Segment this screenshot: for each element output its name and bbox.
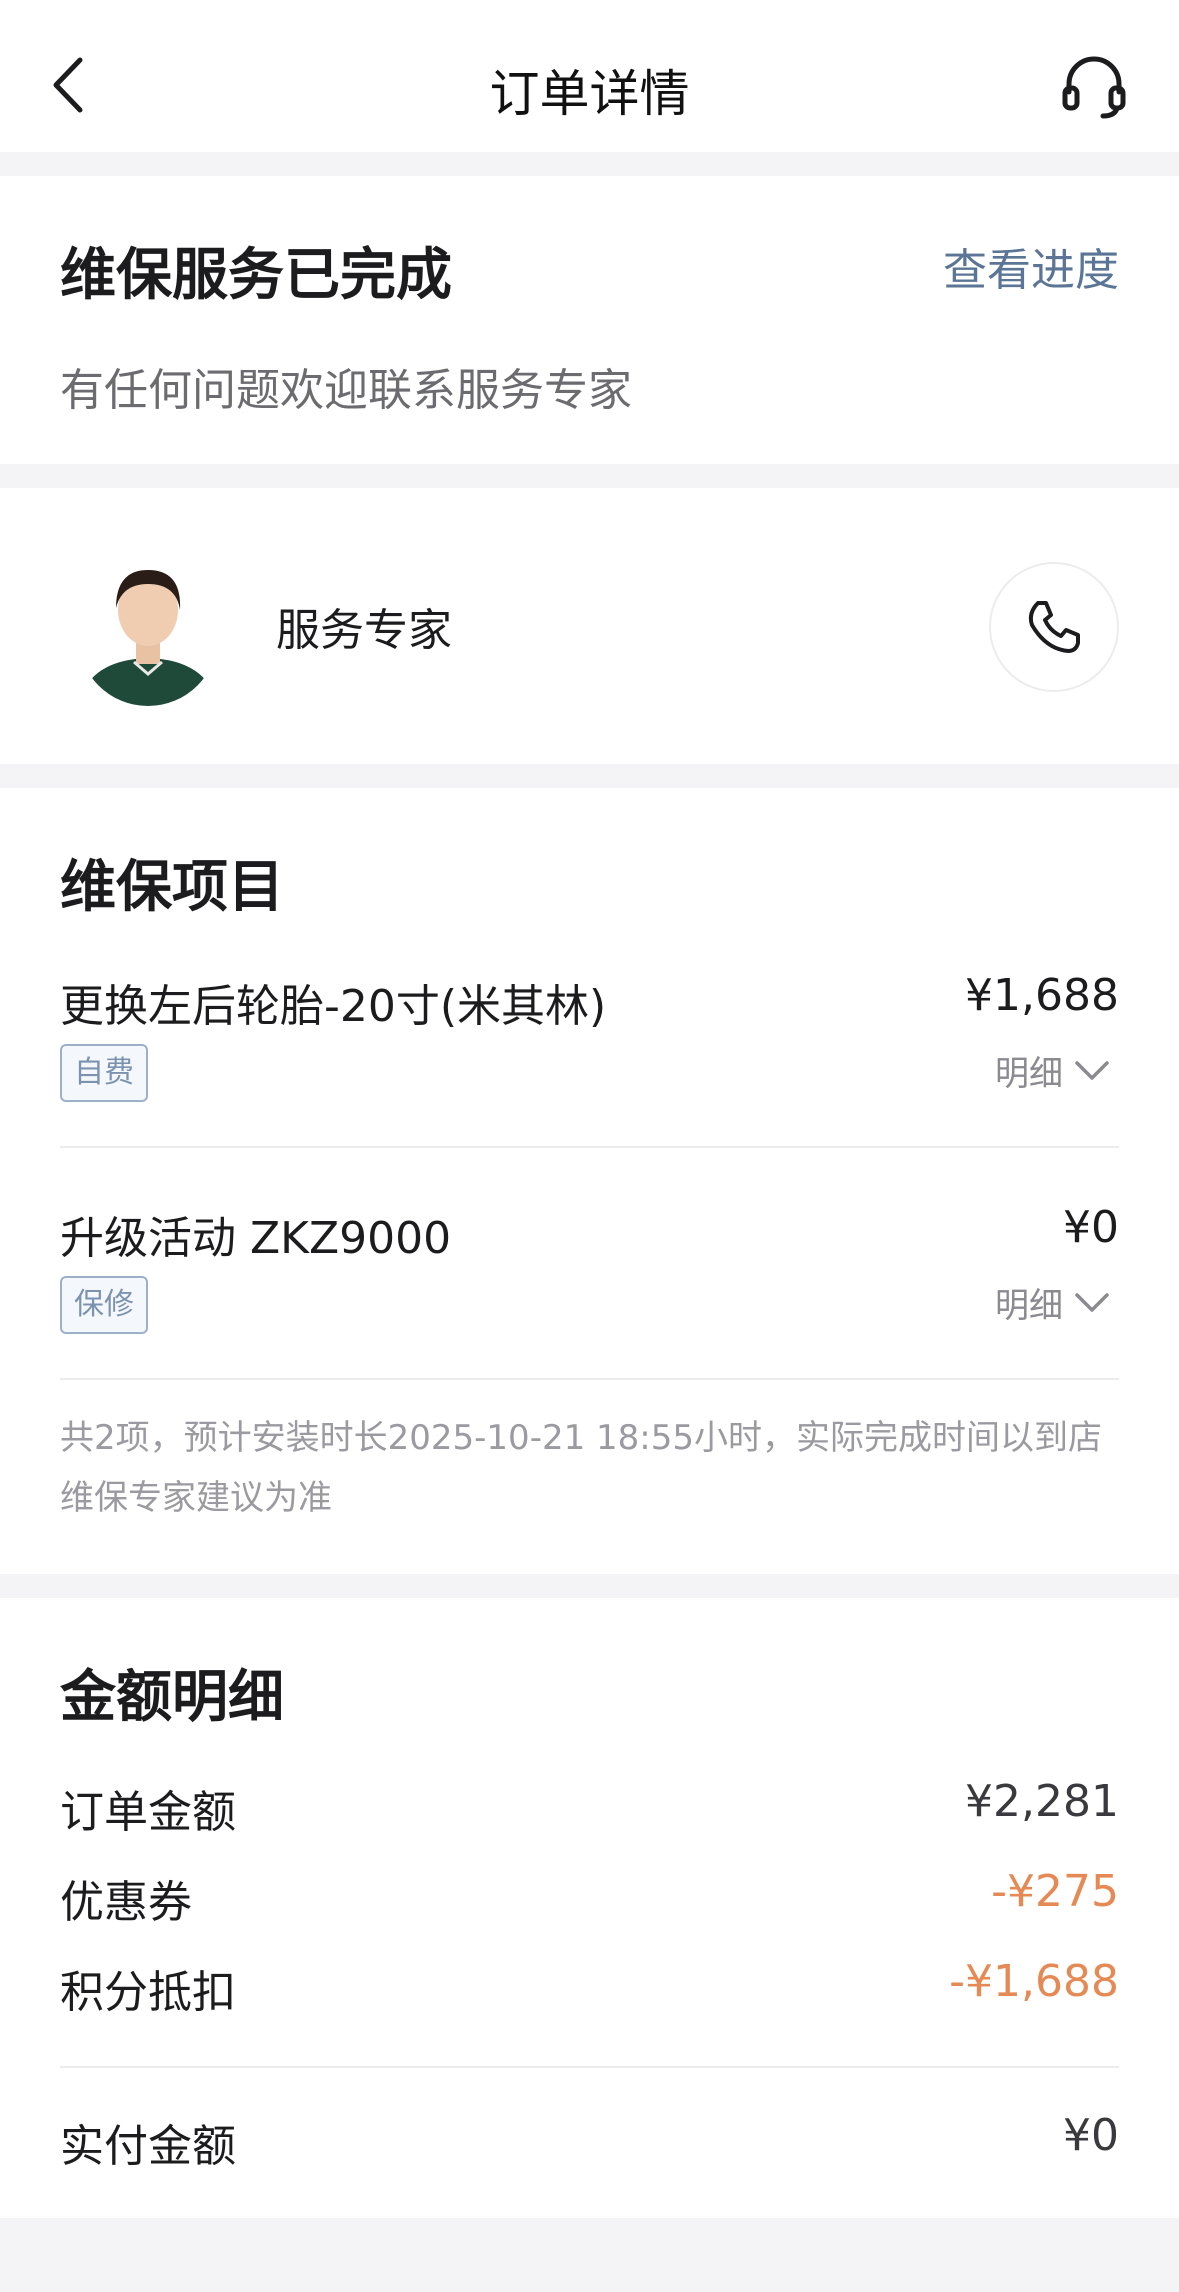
list-item: 升级活动 ZKZ9000 ¥0 保修 明细 [60, 1202, 1119, 1434]
view-progress-link[interactable]: 查看进度 [943, 234, 1119, 298]
chevron-down-icon [1075, 1060, 1109, 1080]
avatar [78, 550, 218, 706]
row-value: ¥0 [1063, 2110, 1119, 2161]
detail-label: 明细 [995, 1054, 1063, 1094]
item-tag: 保修 [60, 1276, 148, 1334]
item-price: ¥1,688 [965, 970, 1119, 1021]
item-price: ¥0 [1063, 1202, 1119, 1253]
detail-label: 明细 [995, 1286, 1063, 1326]
phone-icon [1028, 601, 1080, 653]
item-name: 升级活动 ZKZ9000 [60, 1213, 452, 1264]
divider [60, 2066, 1119, 2068]
item-detail-toggle[interactable]: 明细 [995, 1278, 1109, 1327]
item-detail-toggle[interactable]: 明细 [995, 1046, 1109, 1095]
top-bar: 订单详情 [0, 0, 1179, 152]
divider [60, 1378, 1119, 1380]
item-name: 更换左后轮胎-20寸(米其林) [60, 981, 607, 1032]
row-label: 实付金额 [60, 2121, 236, 2172]
amount-section-title: 金额明细 [60, 1665, 284, 1730]
order-detail-page: 订单详情 维保服务已完成 查看进度 有任何问题欢迎联系服务专家 服务专家 维保项… [0, 0, 1179, 2292]
headset-icon [1062, 56, 1126, 119]
chevron-down-icon [1075, 1292, 1109, 1312]
order-amount-row: 订单金额 ¥2,281 [60, 1776, 1119, 1838]
status-title: 维保服务已完成 [60, 243, 452, 308]
expert-label: 服务专家 [276, 605, 452, 656]
total-paid-row: 实付金额 ¥0 [60, 2110, 1119, 2172]
row-value: -¥275 [991, 1866, 1119, 1917]
maintenance-section-title: 维保项目 [60, 855, 284, 920]
item-tag: 自费 [60, 1044, 148, 1102]
row-label: 订单金额 [60, 1787, 236, 1838]
divider [60, 1146, 1119, 1148]
points-deduction-row: 积分抵扣 -¥1,688 [60, 1956, 1119, 2018]
row-value: ¥2,281 [965, 1776, 1119, 1827]
list-item: 更换左后轮胎-20寸(米其林) ¥1,688 自费 明细 [60, 970, 1119, 1202]
customer-service-button[interactable] [1059, 50, 1129, 120]
items-note: 共2项，预计安装时长2025-10-21 18:55小时，实际完成时间以到店维保… [60, 1418, 1103, 1518]
call-expert-button[interactable] [989, 562, 1119, 692]
row-label: 优惠券 [60, 1877, 192, 1928]
coupon-row: 优惠券 -¥275 [60, 1866, 1119, 1928]
status-card: 维保服务已完成 查看进度 有任何问题欢迎联系服务专家 [0, 176, 1179, 464]
service-expert-card: 服务专家 [0, 488, 1179, 764]
maintenance-items-card: 维保项目 更换左后轮胎-20寸(米其林) ¥1,688 自费 明细 升级活动 Z… [0, 788, 1179, 1574]
row-label: 积分抵扣 [60, 1967, 236, 2018]
status-subtitle: 有任何问题欢迎联系服务专家 [60, 365, 632, 416]
row-value: -¥1,688 [949, 1956, 1119, 2007]
page-title: 订单详情 [489, 65, 690, 123]
amount-detail-card: 金额明细 订单金额 ¥2,281 优惠券 -¥275 积分抵扣 -¥1,688 … [0, 1598, 1179, 2218]
